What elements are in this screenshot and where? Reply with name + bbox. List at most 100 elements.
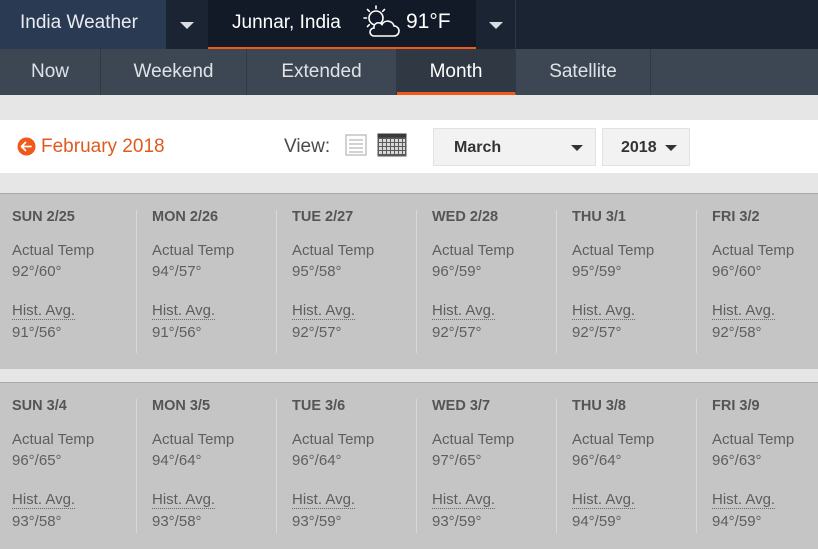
actual-temp-value: 96°/65°: [12, 452, 62, 469]
hist-avg-value: 92°/58°: [712, 324, 762, 341]
actual-temp-label: Actual Temp: [572, 431, 655, 448]
chevron-down-icon: [571, 145, 583, 151]
hist-avg-value: 91°/56°: [152, 324, 202, 341]
calendar-day[interactable]: THU 3/8 Actual Temp 96°/64° Hist. Avg. 9…: [560, 383, 700, 549]
day-date: TUE 2/27: [292, 209, 354, 225]
forecast-tabs: Now Weekend Extended Month Satellite: [0, 49, 818, 95]
day-date: FRI 3/9: [712, 398, 760, 414]
tab-satellite[interactable]: Satellite: [516, 49, 651, 95]
actual-temp-value: 96°/63°: [712, 452, 762, 469]
hist-avg-label[interactable]: Hist. Avg.: [432, 492, 496, 509]
day-date: FRI 3/2: [712, 209, 760, 225]
hist-avg-value: 94°/59°: [572, 513, 622, 530]
top-bar: India Weather Junnar, India 91°F: [0, 0, 818, 49]
day-divider: [556, 399, 557, 533]
calendar-week: SUN 2/25 Actual Temp 92°/60° Hist. Avg. …: [0, 193, 818, 369]
region-label: India Weather: [20, 12, 138, 33]
actual-temp-label: Actual Temp: [712, 431, 795, 448]
day-divider: [276, 210, 277, 353]
calendar-day[interactable]: WED 2/28 Actual Temp 96°/59° Hist. Avg. …: [420, 194, 560, 369]
hist-avg-label[interactable]: Hist. Avg.: [572, 303, 636, 320]
hist-avg-label[interactable]: Hist. Avg.: [572, 492, 636, 509]
month-select-value: March: [454, 139, 502, 156]
calendar-day[interactable]: TUE 3/6 Actual Temp 96°/64° Hist. Avg. 9…: [280, 383, 420, 549]
day-divider: [696, 399, 697, 533]
region-dropdown-button[interactable]: [166, 0, 208, 49]
hist-avg-label[interactable]: Hist. Avg.: [12, 303, 76, 320]
tab-weekend[interactable]: Weekend: [101, 49, 247, 95]
day-date: WED 2/28: [432, 209, 499, 225]
actual-temp-value: 94°/57°: [152, 263, 202, 280]
hist-avg-label[interactable]: Hist. Avg.: [712, 303, 776, 320]
actual-temp-label: Actual Temp: [292, 242, 375, 259]
list-view-icon[interactable]: [345, 134, 367, 156]
calendar-day[interactable]: SUN 2/25 Actual Temp 92°/60° Hist. Avg. …: [0, 194, 140, 369]
actual-temp-label: Actual Temp: [152, 242, 235, 259]
month-select[interactable]: March: [433, 128, 596, 166]
location-dropdown-button[interactable]: [476, 0, 516, 49]
tab-month[interactable]: Month: [397, 49, 516, 95]
tab-extended[interactable]: Extended: [247, 49, 397, 95]
hist-avg-value: 93°/58°: [152, 513, 202, 530]
tab-now[interactable]: Now: [0, 49, 101, 95]
year-select-value: 2018: [621, 139, 657, 156]
hist-avg-value: 92°/57°: [572, 324, 622, 341]
day-date: MON 3/5: [152, 398, 211, 414]
calendar-day[interactable]: MON 2/26 Actual Temp 94°/57° Hist. Avg. …: [140, 194, 280, 369]
hist-avg-value: 93°/58°: [12, 513, 62, 530]
partly-cloudy-sun-icon: [363, 5, 400, 37]
day-divider: [276, 399, 277, 533]
calendar-day[interactable]: MON 3/5 Actual Temp 94°/64° Hist. Avg. 9…: [140, 383, 280, 549]
calendar-day[interactable]: THU 3/1 Actual Temp 95°/59° Hist. Avg. 9…: [560, 194, 700, 369]
day-divider: [136, 399, 137, 533]
actual-temp-label: Actual Temp: [432, 242, 515, 259]
calendar-day[interactable]: WED 3/7 Actual Temp 97°/65° Hist. Avg. 9…: [420, 383, 560, 549]
day-date: TUE 3/6: [292, 398, 346, 414]
hist-avg-label[interactable]: Hist. Avg.: [432, 303, 496, 320]
actual-temp-label: Actual Temp: [292, 431, 375, 448]
current-location[interactable]: Junnar, India 91°F: [208, 0, 476, 49]
hist-avg-label[interactable]: Hist. Avg.: [292, 303, 356, 320]
chevron-down-icon: [665, 145, 677, 151]
hist-avg-label[interactable]: Hist. Avg.: [152, 492, 216, 509]
calendar-day[interactable]: FRI 3/9 Actual Temp 96°/63° Hist. Avg. 9…: [700, 383, 818, 549]
arrow-left-circle-icon[interactable]: [17, 137, 36, 156]
actual-temp-label: Actual Temp: [572, 242, 655, 259]
day-divider: [556, 210, 557, 353]
actual-temp-label: Actual Temp: [152, 431, 235, 448]
hist-avg-value: 93°/59°: [432, 513, 482, 530]
chevron-down-icon: [488, 21, 503, 29]
hist-avg-label[interactable]: Hist. Avg.: [712, 492, 776, 509]
day-date: WED 3/7: [432, 398, 491, 414]
hist-avg-label[interactable]: Hist. Avg.: [152, 303, 216, 320]
hist-avg-value: 91°/56°: [12, 324, 62, 341]
actual-temp-label: Actual Temp: [432, 431, 515, 448]
day-date: THU 3/8: [572, 398, 626, 414]
region-selector[interactable]: India Weather: [0, 0, 166, 49]
actual-temp-value: 92°/60°: [12, 263, 62, 280]
actual-temp-value: 94°/64°: [152, 452, 202, 469]
day-date: THU 3/1: [572, 209, 626, 225]
month-toolbar: February 2018 View: March 2018: [0, 120, 818, 173]
calendar-day[interactable]: FRI 3/2 Actual Temp 96°/60° Hist. Avg. 9…: [700, 194, 818, 369]
actual-temp-label: Actual Temp: [12, 431, 95, 448]
day-divider: [416, 210, 417, 353]
day-date: SUN 2/25: [12, 209, 75, 225]
hist-avg-value: 93°/59°: [292, 513, 342, 530]
actual-temp-value: 96°/64°: [572, 452, 622, 469]
year-select[interactable]: 2018: [602, 128, 690, 166]
view-label: View:: [284, 136, 331, 157]
hist-avg-value: 94°/59°: [712, 513, 762, 530]
calendar-day[interactable]: SUN 3/4 Actual Temp 96°/65° Hist. Avg. 9…: [0, 383, 140, 549]
actual-temp-value: 95°/59°: [572, 263, 622, 280]
actual-temp-label: Actual Temp: [712, 242, 795, 259]
calendar-grid-view-icon[interactable]: [377, 133, 407, 157]
hist-avg-label[interactable]: Hist. Avg.: [12, 492, 76, 509]
actual-temp-value: 96°/60°: [712, 263, 762, 280]
actual-temp-value: 97°/65°: [432, 452, 482, 469]
hist-avg-label[interactable]: Hist. Avg.: [292, 492, 356, 509]
day-divider: [696, 210, 697, 353]
calendar-day[interactable]: TUE 2/27 Actual Temp 95°/58° Hist. Avg. …: [280, 194, 420, 369]
chevron-down-icon: [180, 21, 194, 29]
previous-month-link[interactable]: February 2018: [41, 120, 165, 173]
